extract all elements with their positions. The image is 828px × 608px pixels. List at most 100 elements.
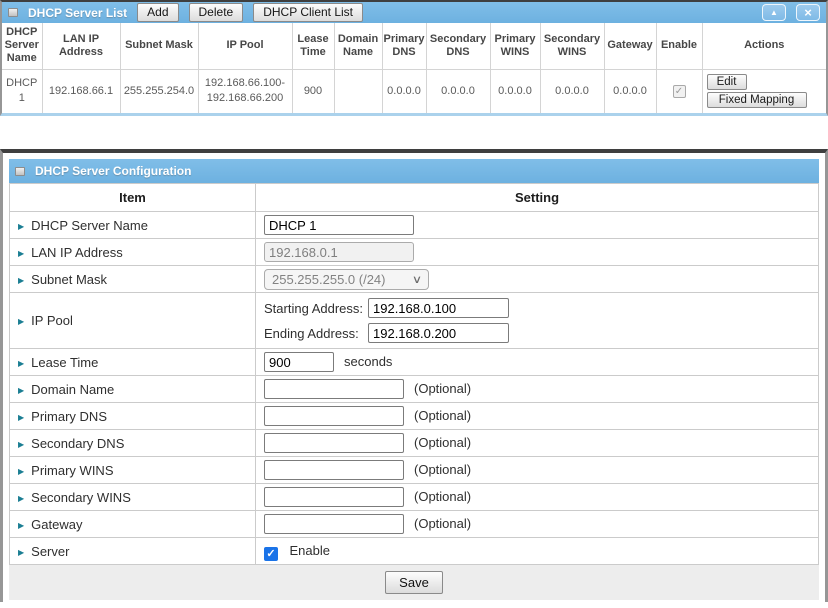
field-label: Primary DNS bbox=[31, 409, 107, 424]
field-label: DHCP Server Name bbox=[31, 218, 148, 233]
cell-primary-dns: 0.0.0.0 bbox=[382, 69, 426, 113]
dhcp-server-list-panel: DHCP Server List Add Delete DHCP Client … bbox=[0, 0, 828, 116]
primary-wins-input[interactable] bbox=[264, 460, 404, 480]
panel-bullet-icon bbox=[8, 8, 18, 17]
list-title-bar: DHCP Server List Add Delete DHCP Client … bbox=[2, 2, 826, 23]
row-arrow-icon: ▶ bbox=[18, 548, 24, 557]
field-label: LAN IP Address bbox=[31, 245, 123, 260]
row-arrow-icon: ▶ bbox=[18, 467, 24, 476]
lease-time-input[interactable] bbox=[264, 352, 334, 372]
cell-lease-time: 900 bbox=[292, 69, 334, 113]
chevron-down-icon: ∨ bbox=[412, 273, 422, 286]
column-header: Actions bbox=[702, 23, 826, 69]
config-row-secondary-wins: ▶ Secondary WINS (Optional) bbox=[10, 484, 819, 511]
subnet-mask-select: 255.255.255.0 (/24) ∨ bbox=[264, 269, 429, 290]
ip-pool-start-input[interactable] bbox=[368, 298, 509, 318]
cell-primary-wins: 0.0.0.0 bbox=[490, 69, 540, 113]
row-arrow-icon: ▶ bbox=[18, 222, 24, 231]
row-arrow-icon: ▶ bbox=[18, 413, 24, 422]
field-label: IP Pool bbox=[31, 313, 73, 328]
cell-dhcp-server-name: DHCP 1 bbox=[2, 69, 42, 113]
config-row-ip-pool: ▶ IP Pool Starting Address: Ending Addres… bbox=[10, 293, 819, 349]
optional-label: (Optional) bbox=[414, 408, 471, 423]
row-arrow-icon: ▶ bbox=[18, 494, 24, 503]
row-arrow-icon: ▶ bbox=[18, 521, 24, 530]
delete-button[interactable]: Delete bbox=[189, 3, 244, 22]
secondary-wins-input[interactable] bbox=[264, 487, 404, 507]
collapse-button[interactable]: ▲ bbox=[762, 4, 786, 21]
optional-label: (Optional) bbox=[414, 489, 471, 504]
column-header: Secondary WINS bbox=[540, 23, 604, 69]
lan-ip-input bbox=[264, 242, 414, 262]
config-table: Item Setting ▶ DHCP Server Name ▶ LAN IP A… bbox=[9, 183, 819, 565]
column-header: Primary DNS bbox=[382, 23, 426, 69]
cell-secondary-wins: 0.0.0.0 bbox=[540, 69, 604, 113]
domain-name-input[interactable] bbox=[264, 379, 404, 399]
optional-label: (Optional) bbox=[414, 462, 471, 477]
config-title: DHCP Server Configuration bbox=[35, 164, 191, 178]
edit-button[interactable]: Edit bbox=[707, 74, 747, 90]
row-arrow-icon: ▶ bbox=[18, 386, 24, 395]
server-list-table: DHCP Server Name LAN IP Address Subnet M… bbox=[2, 23, 826, 113]
column-header: Primary WINS bbox=[490, 23, 540, 69]
add-button[interactable]: Add bbox=[137, 3, 178, 22]
secondary-dns-input[interactable] bbox=[264, 433, 404, 453]
enable-checkbox: ✓ bbox=[673, 85, 686, 98]
dhcp-server-configuration-panel: DHCP Server Configuration Item Setting ▶… bbox=[0, 149, 828, 602]
field-label: Primary WINS bbox=[31, 463, 113, 478]
check-icon: ✓ bbox=[266, 548, 275, 560]
row-arrow-icon: ▶ bbox=[18, 440, 24, 449]
field-label: Lease Time bbox=[31, 355, 98, 370]
column-header: IP Pool bbox=[198, 23, 292, 69]
optional-label: (Optional) bbox=[414, 435, 471, 450]
column-header: Domain Name bbox=[334, 23, 382, 69]
server-enable-checkbox[interactable]: ✓ bbox=[264, 547, 278, 561]
column-header: Subnet Mask bbox=[120, 23, 198, 69]
subnet-mask-selected-value: 255.255.255.0 (/24) bbox=[272, 272, 385, 287]
field-label: Server bbox=[31, 544, 69, 559]
ending-address-label: Ending Address: bbox=[264, 326, 368, 341]
config-title-bar: DHCP Server Configuration bbox=[9, 159, 819, 183]
column-header: Gateway bbox=[604, 23, 656, 69]
starting-address-label: Starting Address: bbox=[264, 301, 368, 316]
field-label: Domain Name bbox=[31, 382, 114, 397]
optional-label: (Optional) bbox=[414, 381, 471, 396]
config-row-subnet-mask: ▶ Subnet Mask 255.255.255.0 (/24) ∨ bbox=[10, 266, 819, 293]
cell-lan-ip-address: 192.168.66.1 bbox=[42, 69, 120, 113]
cell-subnet-mask: 255.255.254.0 bbox=[120, 69, 198, 113]
close-button[interactable]: × bbox=[796, 4, 820, 21]
server-list-row: DHCP 1 192.168.66.1 255.255.254.0 192.16… bbox=[2, 69, 826, 113]
field-label: Secondary WINS bbox=[31, 490, 131, 505]
config-row-server: ▶ Server ✓ Enable bbox=[10, 538, 819, 565]
row-arrow-icon: ▶ bbox=[18, 276, 24, 285]
ip-pool-end-input[interactable] bbox=[368, 323, 509, 343]
gateway-input[interactable] bbox=[264, 514, 404, 534]
save-bar: Save bbox=[9, 565, 819, 600]
cell-enable: ✓ bbox=[656, 69, 702, 113]
column-header: Secondary DNS bbox=[426, 23, 490, 69]
item-column-header: Item bbox=[10, 184, 256, 212]
config-header-row: Item Setting bbox=[10, 184, 819, 212]
cell-actions: Edit Fixed Mapping bbox=[702, 69, 826, 113]
column-header: DHCP Server Name bbox=[2, 23, 42, 69]
field-label: Subnet Mask bbox=[31, 272, 107, 287]
setting-column-header: Setting bbox=[256, 184, 819, 212]
row-arrow-icon: ▶ bbox=[18, 317, 24, 326]
server-enable-label: Enable bbox=[289, 543, 329, 558]
dhcp-client-list-button[interactable]: DHCP Client List bbox=[253, 3, 363, 22]
primary-dns-input[interactable] bbox=[264, 406, 404, 426]
config-row-domain-name: ▶ Domain Name (Optional) bbox=[10, 376, 819, 403]
row-arrow-icon: ▶ bbox=[18, 359, 24, 368]
dhcp-server-name-input[interactable] bbox=[264, 215, 414, 235]
lease-time-suffix: seconds bbox=[344, 354, 392, 369]
config-row-lease-time: ▶ Lease Time seconds bbox=[10, 349, 819, 376]
config-row-gateway: ▶Gateway (Optional) bbox=[10, 511, 819, 538]
collapse-icon: ▲ bbox=[770, 9, 778, 17]
server-list-header-row: DHCP Server Name LAN IP Address Subnet M… bbox=[2, 23, 826, 69]
list-title: DHCP Server List bbox=[28, 6, 127, 20]
column-header: Enable bbox=[656, 23, 702, 69]
cell-secondary-dns: 0.0.0.0 bbox=[426, 69, 490, 113]
config-row-primary-wins: ▶ Primary WINS (Optional) bbox=[10, 457, 819, 484]
fixed-mapping-button[interactable]: Fixed Mapping bbox=[707, 92, 807, 108]
save-button[interactable]: Save bbox=[385, 571, 443, 594]
